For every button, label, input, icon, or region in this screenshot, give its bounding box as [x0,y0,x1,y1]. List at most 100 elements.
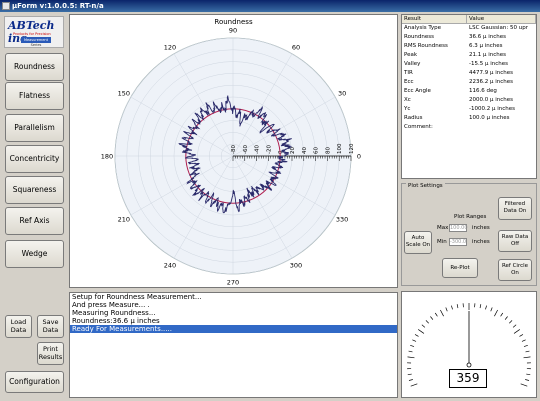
angle-tick-label: 210 [118,216,130,224]
radial-tick-label: 80 [325,147,331,154]
gauge-tick [414,334,419,337]
message-line: Measuring Roundness... [72,309,156,317]
gauge-tick [512,324,517,328]
message-line: And press Measure... . [72,301,150,309]
gauge-tick [421,324,426,328]
radial-tick-label: -60 [243,145,249,154]
gauge-tick [525,350,530,353]
min-range-input[interactable]: -300.0 [449,238,467,246]
logo-sub2: Series [30,43,42,47]
results-row-label: RMS Roundness [404,43,448,49]
print-results-label-2: Results [38,353,63,361]
angle-tick-label: 90 [229,27,237,35]
auto-label-1: Auto [411,235,425,241]
results-row: Roundness 36.6 µ inches [402,33,536,42]
gauge-tick [525,379,530,381]
print-results-label-1: Print [43,345,58,353]
radial-tick-label: -40 [255,145,261,154]
angle-tick-label: 300 [290,262,302,270]
angle-tick-label: 270 [227,279,239,287]
results-row-label: Radius [404,115,423,121]
gauge-tick [445,307,448,312]
auto-label-2: Scale On [405,242,431,248]
results-row-value: 6.3 µ inches [469,43,503,49]
radial-tick-label: 20 [290,147,296,154]
radial-tick-label: 100 [337,143,343,154]
raw-data-button[interactable]: Raw Data Off [498,230,532,252]
filtered-label-2: Data On [503,208,527,214]
auto-scale-button[interactable]: Auto Scale On [404,231,432,254]
angle-tick-label: 180 [101,153,113,161]
angle-tick-label: 120 [164,43,176,51]
concentricity-button[interactable]: Concentricity [5,145,64,173]
logo-tagline: Products for Precision [13,32,51,36]
message-line-selected[interactable]: Ready For Measurements..... [70,325,397,333]
message-line: Roundness:36.6 µ inches [72,317,160,325]
gauge-tick [519,334,524,337]
results-row-label: Ecc [404,79,414,85]
radial-tick-label: 60 [314,147,320,154]
wedge-button[interactable]: Wedge [5,240,64,268]
replot-button[interactable]: Re-Plot [442,258,478,278]
radial-tick-label: 40 [302,147,308,154]
results-row-value: 100.0 µ inches [469,115,510,121]
roundness-plot-panel: Roundness 0 30 60 90 120 150 180 210 240 270 300 33… [69,14,398,288]
angle-tick-label: 0 [357,153,361,161]
results-table: Result Value Analysis Type LSC Gaussian: … [401,14,537,179]
gauge-tick [408,379,413,381]
gauge-tick [504,316,508,320]
company-logo: ABTech inc. Products for Precision Measu… [4,16,64,48]
angle-tick-label: 150 [118,90,130,98]
results-row-label: Ecc Angle [404,88,431,94]
results-rows: Analysis Type LSC Gaussian: 50 upr Roundne… [402,24,536,132]
app-icon [2,2,10,10]
gauge-tick [434,312,438,317]
results-row-label: Roundness [404,34,435,40]
refcircle-label-1: Ref Circle [501,263,529,269]
gauge-tick [456,304,459,309]
configuration-button[interactable]: Configuration [5,371,64,393]
roundness-button[interactable]: Roundness [5,53,64,81]
load-data-button[interactable]: Load Data [5,315,32,338]
radial-tick-label: -80 [231,145,237,154]
max-unit: inches [472,225,490,231]
results-row-value: 4477.9 µ inches [469,70,514,76]
save-data-button[interactable]: Save Data [37,315,64,338]
ref-axis-button[interactable]: Ref Axis [5,207,64,235]
max-range-input[interactable]: 100.00 [449,224,468,232]
save-data-label-1: Save [42,318,59,326]
flatness-button[interactable]: Flatness [5,82,64,110]
gauge-tick [490,307,493,312]
results-header: Result Value [402,15,536,24]
results-header-value[interactable]: Value [467,15,536,23]
angle-gauge: 359 [401,291,537,398]
print-results-button[interactable]: Print Results [37,342,64,365]
filtered-data-button[interactable]: Filtered Data On [498,197,532,220]
gauge-tick [410,383,418,387]
load-data-label-1: Load [10,318,27,326]
refcircle-label-2: On [511,270,519,276]
load-data-label-2: Data [10,326,27,334]
gauge-pivot [466,362,472,368]
ref-circle-button[interactable]: Ref Circle On [498,259,532,281]
results-row: Valley -15.5 µ inches [402,60,536,69]
gauge-tick [410,344,415,347]
gauge-tick [430,316,434,320]
results-row-value: -1000.2 µ inches [469,106,516,112]
results-row: Ecc Angle 116.6 deg [402,87,536,96]
results-row-label: Valley [404,61,421,67]
message-log[interactable]: Setup for Roundness Measurement... And p… [69,292,398,398]
results-header-result[interactable]: Result [402,15,468,23]
results-row-label: Peak [404,52,418,58]
plot-settings-label: Plot Settings [406,183,445,189]
squareness-button[interactable]: Squareness [5,176,64,204]
gauge-tick [526,373,531,376]
results-row-label: Analysis Type [404,25,442,31]
raw-label-1: Raw Data [501,234,529,240]
results-row-value [467,123,536,132]
results-row-value: 2236.2 µ inches [469,79,514,85]
angle-tick-label: 330 [336,216,348,224]
parallelism-button[interactable]: Parallelism [5,114,64,142]
angle-tick-label: 30 [338,90,346,98]
gauge-tick [425,320,429,324]
